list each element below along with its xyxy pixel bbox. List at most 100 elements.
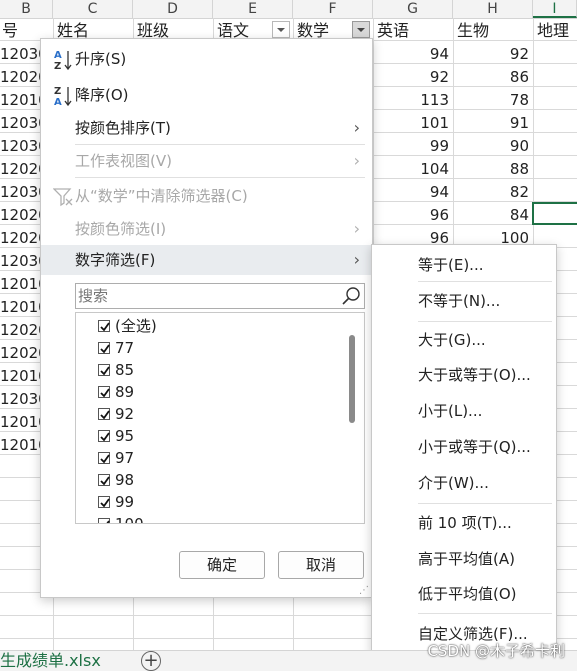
chevron-right-icon: › <box>353 118 360 137</box>
svg-text:Z: Z <box>54 86 61 97</box>
cell-student-id[interactable]: 12030 <box>0 43 40 65</box>
column-header-b[interactable]: B <box>0 0 53 18</box>
cell-english-score[interactable]: 101 <box>373 112 453 134</box>
cell-biology-score[interactable]: 90 <box>453 135 533 157</box>
filter-values-list[interactable]: (全选) 77 85 89 92 95 97 98 99 100 <box>75 312 365 524</box>
column-header-g[interactable]: G <box>373 0 453 18</box>
cell-student-id[interactable]: 12020 <box>0 66 40 88</box>
checkbox[interactable] <box>98 496 110 508</box>
search-icon[interactable] <box>342 286 362 306</box>
cell-student-id[interactable]: 12030 <box>0 181 40 203</box>
number-filters-label: 数字筛选(F) <box>75 251 156 269</box>
cell-english-score[interactable]: 96 <box>373 204 453 226</box>
cell-biology-score[interactable]: 86 <box>453 66 533 88</box>
column-header-i[interactable]: I <box>533 0 577 18</box>
greater-than-item[interactable]: 大于(G)... <box>418 328 486 352</box>
add-sheet-button[interactable]: + <box>141 651 161 671</box>
ok-button[interactable]: 确定 <box>179 551 265 579</box>
cell-student-id[interactable]: 12030 <box>0 112 40 134</box>
column-header-e[interactable]: E <box>213 0 293 18</box>
checkmark-icon <box>100 366 110 376</box>
checkmark-icon <box>106 520 110 523</box>
column-header-f[interactable]: F <box>293 0 373 18</box>
cell-student-id[interactable]: 12020 <box>0 158 40 180</box>
cell-english-score[interactable]: 94 <box>373 43 453 65</box>
checkbox[interactable] <box>98 430 110 442</box>
cell-student-id[interactable]: 12030 <box>0 135 40 157</box>
cell-student-id[interactable]: 12010 <box>0 89 40 111</box>
cell-biology-score[interactable]: 78 <box>453 89 533 111</box>
cell-biology-score[interactable]: 91 <box>453 112 533 134</box>
filter-button-chinese[interactable] <box>272 21 290 38</box>
cell-english-score[interactable]: 94 <box>373 181 453 203</box>
cell-biology-score[interactable]: 84 <box>453 204 533 226</box>
top-10-item[interactable]: 前 10 项(T)... <box>418 511 512 535</box>
cell-student-id[interactable]: 12020 <box>0 227 40 249</box>
not-equals-item[interactable]: 不等于(N)... <box>418 289 500 313</box>
cell-english-score[interactable]: 99 <box>373 135 453 157</box>
cell-biology-score[interactable]: 92 <box>453 43 533 65</box>
cell-student-id[interactable]: 12030 <box>0 388 40 410</box>
dropdown-arrow-icon <box>277 27 285 32</box>
search-input[interactable] <box>78 286 338 306</box>
cell-student-id[interactable]: 12030 <box>0 250 40 272</box>
cell-biology-score[interactable]: 88 <box>453 158 533 180</box>
sort-descending-item[interactable]: Z A 降序(O) <box>41 80 372 110</box>
cell-student-id[interactable]: 12010 <box>0 434 40 456</box>
cell-biology-score[interactable]: 82 <box>453 181 533 203</box>
sheet-view-item: 工作表视图(V) › <box>41 146 372 176</box>
sheet-tab[interactable]: 生成绩单.xlsx <box>0 651 101 671</box>
submenu-separator <box>418 321 552 322</box>
chevron-right-icon: › <box>353 151 360 170</box>
cell-student-id[interactable]: 12010 <box>0 296 40 318</box>
search-box[interactable] <box>75 283 365 309</box>
checkbox[interactable] <box>98 320 110 332</box>
column-header-h[interactable]: H <box>453 0 533 18</box>
header-cell-biology[interactable]: 生物 <box>455 20 510 42</box>
checkbox[interactable] <box>98 474 110 486</box>
less-or-equal-item[interactable]: 小于或等于(Q)... <box>418 435 531 459</box>
checkbox[interactable] <box>98 452 110 464</box>
watermark-text: CSDN @木子希卡利 <box>427 642 565 660</box>
header-cell-english[interactable]: 英语 <box>375 20 430 42</box>
sort-ascending-item[interactable]: A Z 升序(S) <box>41 44 372 74</box>
list-scrollbar-thumb[interactable] <box>349 335 355 423</box>
chevron-right-icon: › <box>353 250 360 269</box>
checkbox[interactable] <box>98 408 110 420</box>
checkbox[interactable] <box>98 386 110 398</box>
checkbox[interactable] <box>98 518 110 523</box>
cell-student-id[interactable]: 12010 <box>0 365 40 387</box>
checkmark-icon <box>100 410 110 420</box>
less-than-item[interactable]: 小于(L)... <box>418 399 482 423</box>
cell-student-id[interactable]: 12010 <box>0 411 40 433</box>
cancel-button[interactable]: 取消 <box>278 551 364 579</box>
number-filters-item[interactable]: 数字筛选(F) › <box>41 245 372 275</box>
value-label: 92 <box>115 405 135 423</box>
sort-by-color-item[interactable]: 按颜色排序(T) › <box>41 113 372 143</box>
chevron-right-icon: › <box>353 219 360 238</box>
cell-student-id[interactable]: 12010 <box>0 273 40 295</box>
column-header-c[interactable]: C <box>53 0 133 18</box>
cell-english-score[interactable]: 92 <box>373 66 453 88</box>
checkbox[interactable] <box>98 342 110 354</box>
greater-or-equal-item[interactable]: 大于或等于(O)... <box>418 363 531 387</box>
filter-by-color-item: 按颜色筛选(I) › <box>41 214 372 244</box>
below-average-item[interactable]: 低于平均值(O) <box>418 582 517 606</box>
equals-item[interactable]: 等于(E)... <box>418 253 484 277</box>
header-cell-geography[interactable]: 地理 <box>535 20 577 42</box>
checkmark-icon <box>100 432 110 442</box>
sort-ascending-label: 升序(S) <box>75 50 127 68</box>
cell-student-id[interactable]: 12020 <box>0 319 40 341</box>
checkbox[interactable] <box>98 364 110 376</box>
cell-student-id[interactable]: 12020 <box>0 342 40 364</box>
between-item[interactable]: 介于(W)... <box>418 471 489 495</box>
resize-grip-icon[interactable]: ⋰ <box>359 586 369 596</box>
selected-cell-outline[interactable] <box>532 202 577 225</box>
checkmark-icon <box>100 498 110 508</box>
cell-english-score[interactable]: 104 <box>373 158 453 180</box>
cell-english-score[interactable]: 113 <box>373 89 453 111</box>
column-header-d[interactable]: D <box>133 0 213 18</box>
cell-student-id[interactable]: 12020 <box>0 204 40 226</box>
above-average-item[interactable]: 高于平均值(A) <box>418 547 515 571</box>
filter-button-math[interactable] <box>352 21 370 38</box>
